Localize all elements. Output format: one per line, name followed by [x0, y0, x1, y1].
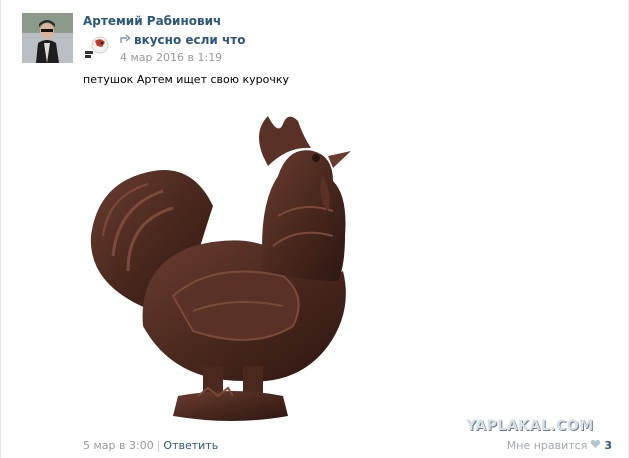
repost-source[interactable]: вкусно если что: [120, 33, 245, 47]
watermark: YAPLAKAL.COM: [466, 418, 594, 434]
post-photo-chocolate-rooster[interactable]: [83, 96, 373, 431]
like-label: Мне нравится: [506, 439, 588, 452]
like-count: 3: [604, 439, 612, 452]
post-date[interactable]: 5 мар в 3:00: [83, 439, 154, 452]
post-footer: 5 мар в 3:00 | Ответить: [83, 439, 218, 452]
repost-source-avatar[interactable]: [83, 33, 113, 63]
repost-date[interactable]: 4 мар 2016 в 1:19: [120, 51, 222, 64]
reply-link[interactable]: Ответить: [163, 439, 218, 452]
author-avatar[interactable]: [22, 13, 73, 63]
repost-source-name[interactable]: вкусно если что: [134, 33, 245, 47]
post-text: петушок Артем ищет свою курочку: [83, 73, 290, 86]
repost-arrow-icon: [120, 33, 131, 47]
post-card: Артемий Рабинович вкусно если что 4 мар …: [0, 0, 629, 458]
heart-icon: [590, 439, 601, 452]
footer-separator: |: [156, 439, 161, 452]
author-name[interactable]: Артемий Рабинович: [83, 14, 221, 28]
like-button[interactable]: Мне нравится 3: [507, 439, 612, 452]
